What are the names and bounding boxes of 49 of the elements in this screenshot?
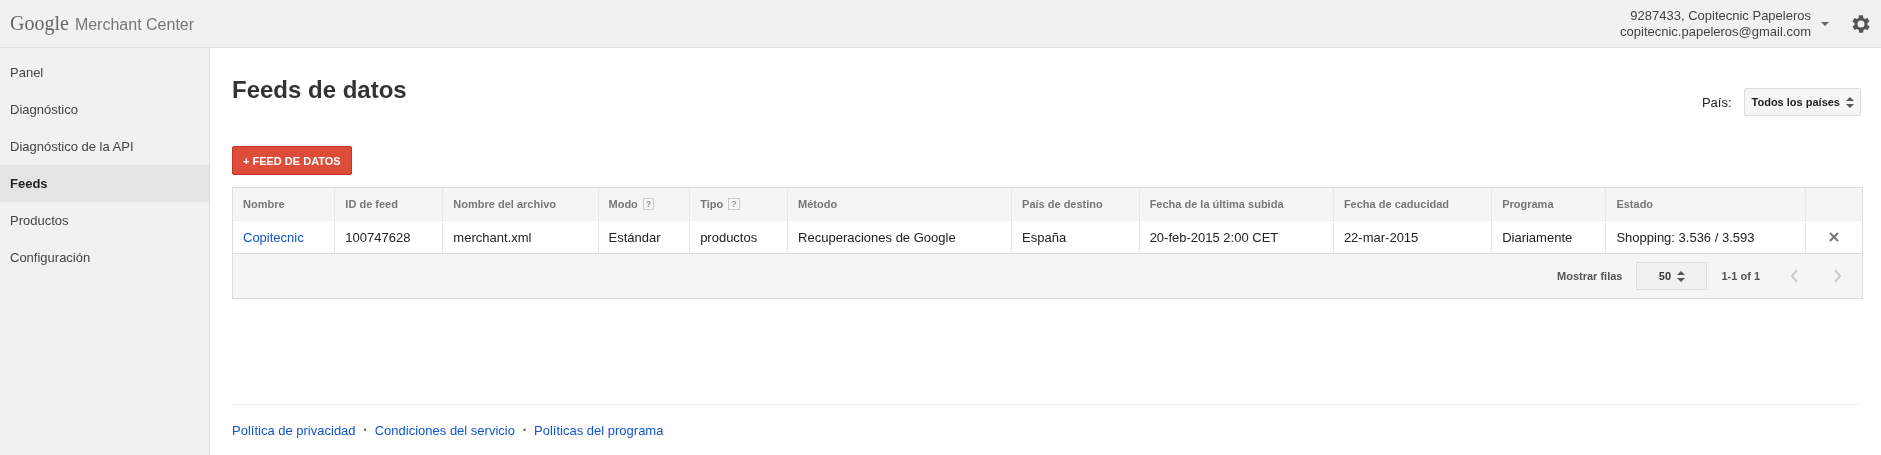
table-cell: 100747628 xyxy=(345,229,411,245)
column-header: Método xyxy=(798,198,838,210)
table-cell: Recuperaciones de Google xyxy=(798,229,956,245)
sort-arrows-icon xyxy=(1846,96,1854,108)
feed-link[interactable]: Copitecnic xyxy=(243,229,304,245)
page-title: Feeds de datos xyxy=(232,76,407,104)
table-cell: Shopping: 3.536 / 3.593 xyxy=(1616,229,1755,245)
footer-link[interactable]: Política de privacidad xyxy=(232,422,356,438)
sidebar-item[interactable]: Configuración xyxy=(0,239,209,276)
footer-link[interactable]: Condiciones del servicio xyxy=(374,422,515,438)
sidebar-item[interactable]: Diagnóstico xyxy=(0,91,209,128)
page-range: 1-1 of 1 xyxy=(1721,270,1760,282)
column-header: País de destino xyxy=(1022,198,1103,210)
rows-select[interactable]: 50 xyxy=(1636,262,1708,290)
sidebar-item[interactable]: Diagnóstico de la API xyxy=(0,128,209,165)
table-cell: Estándar xyxy=(608,229,661,245)
account-name: 9287433, Copitecnic Papeleros xyxy=(1630,7,1811,24)
separator-dot: • xyxy=(522,425,527,435)
close-icon[interactable] xyxy=(1829,231,1839,242)
logo-wordmark[interactable]: Google xyxy=(10,12,69,35)
sidebar-item[interactable]: Feeds xyxy=(0,165,209,202)
country-label: País: xyxy=(1701,94,1732,110)
footer-link[interactable]: Políticas del programa xyxy=(534,422,664,438)
column-header: Modo xyxy=(608,198,638,210)
column-header: Nombre xyxy=(243,198,285,210)
table-cell: España xyxy=(1022,229,1067,245)
settings-icon[interactable] xyxy=(1851,13,1871,34)
rows-label: Mostrar filas xyxy=(1557,270,1623,282)
table-cell: 22-mar-2015 xyxy=(1343,229,1419,245)
add-feed-button[interactable]: + FEED DE DATOS xyxy=(232,146,352,175)
table-cell: productos xyxy=(700,229,758,245)
table-cell: Diariamente xyxy=(1502,229,1573,245)
column-header: Fecha de la última subida xyxy=(1149,198,1284,210)
product-name: Merchant Center xyxy=(74,16,195,34)
account-email: copitecnic.papeleros@gmail.com xyxy=(1620,23,1811,40)
separator-dot: • xyxy=(363,425,367,435)
column-header: ID de feed xyxy=(345,198,398,210)
column-header: Estado xyxy=(1616,198,1654,210)
country-select[interactable]: Todos los países xyxy=(1743,88,1861,116)
column-header: Fecha de caducidad xyxy=(1343,198,1450,210)
column-header: Nombre del archivo xyxy=(453,198,557,210)
column-header: Tipo xyxy=(700,198,724,210)
sort-arrows-icon xyxy=(1677,270,1686,282)
sidebar-item[interactable]: Panel xyxy=(0,54,209,91)
dropdown-caret-icon[interactable] xyxy=(1821,21,1829,26)
column-header: Programa xyxy=(1502,198,1554,210)
sidebar-item[interactable]: Productos xyxy=(0,202,209,239)
table-cell: merchant.xml xyxy=(453,229,532,245)
table-cell: 20-feb-2015 2:00 CET xyxy=(1149,229,1279,245)
